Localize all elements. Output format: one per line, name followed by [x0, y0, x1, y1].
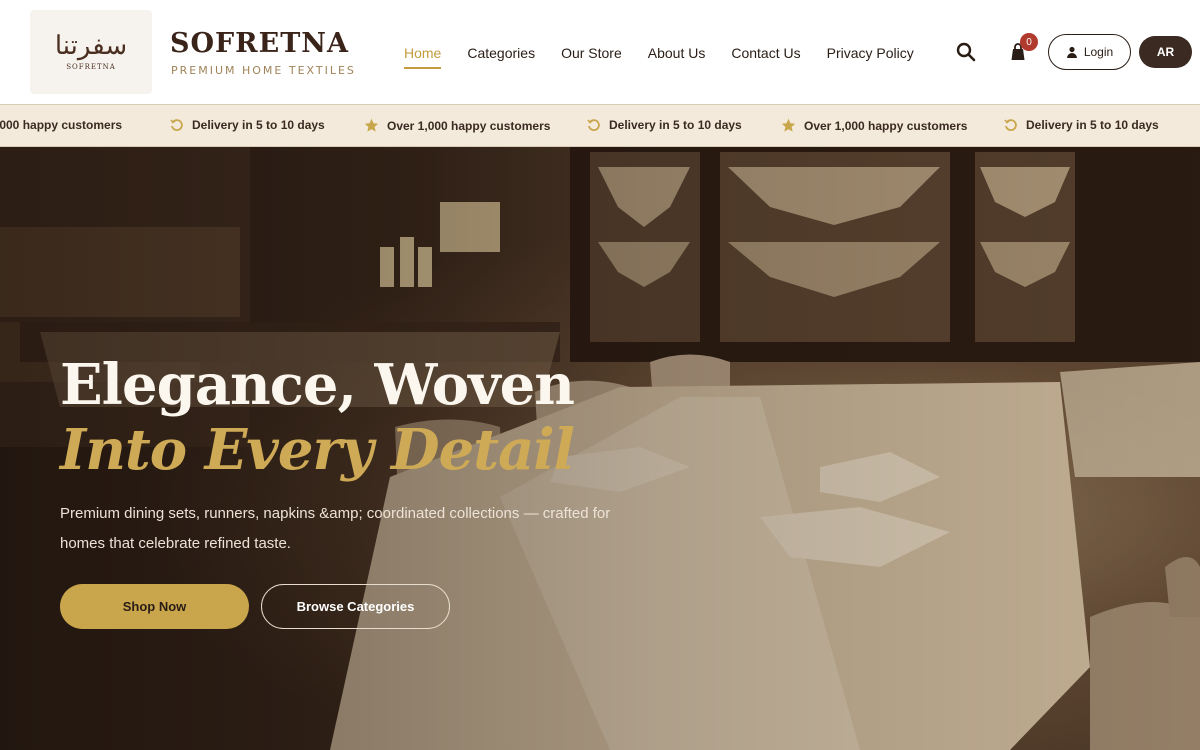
ticker-text: Delivery in 5 to 10 days	[192, 118, 325, 132]
site-header: سفرتنا SOFRETNA SOFRETNA PREMIUM HOME TE…	[0, 0, 1200, 105]
ticker-text: Over 1,000 happy customers	[804, 118, 968, 133]
shop-now-button[interactable]: Shop Now	[60, 584, 249, 629]
logo[interactable]: سفرتنا SOFRETNA	[30, 10, 152, 94]
ticker-item: ,000 happy customers	[0, 118, 122, 132]
logo-small-text: SOFRETNA	[66, 63, 116, 71]
ticker-text: Delivery in 5 to 10 days	[609, 118, 742, 132]
refresh-icon	[1004, 119, 1017, 131]
ticker-item: Over 1,000 happy customers	[781, 118, 967, 133]
ticker-item: Delivery in 5 to 10 days	[1004, 118, 1159, 132]
ticker-item: Delivery in 5 to 10 days	[587, 118, 742, 132]
login-button[interactable]: Login	[1048, 34, 1131, 70]
hero-title-line1: Elegance, Woven	[60, 352, 575, 418]
ticker-text: ,000 happy customers	[0, 118, 123, 132]
refresh-icon	[587, 119, 600, 131]
nav-privacy-policy[interactable]: Privacy Policy	[827, 45, 914, 69]
refresh-icon	[170, 119, 183, 131]
search-icon[interactable]	[956, 42, 976, 62]
ticker-text: Delivery in 5 to 10 days	[1026, 118, 1159, 132]
cart-count-badge: 0	[1020, 33, 1038, 51]
nav-home[interactable]: Home	[404, 45, 442, 69]
language-toggle-button[interactable]: AR	[1139, 36, 1192, 68]
announcement-ticker: ,000 happy customers Delivery in 5 to 10…	[0, 105, 1200, 147]
star-icon	[781, 118, 796, 132]
brand-tagline: PREMIUM HOME TEXTILES	[171, 64, 356, 77]
ticker-item: Over 1,000 happy customers	[364, 118, 550, 133]
ticker-item: Delivery in 5 to 10 days	[170, 118, 325, 132]
main-nav: Home Categories Our Store About Us Conta…	[404, 45, 940, 69]
login-label: Login	[1083, 45, 1114, 59]
star-icon	[364, 118, 379, 132]
nav-about-us[interactable]: About Us	[648, 45, 706, 69]
browse-categories-button[interactable]: Browse Categories	[261, 584, 450, 629]
logo-script-text: سفرتنا	[54, 31, 128, 61]
user-icon	[1066, 46, 1077, 58]
ticker-text: Over 1,000 happy customers	[387, 118, 551, 133]
nav-categories[interactable]: Categories	[467, 45, 535, 69]
hero-title-line2: Into Every Detail	[60, 417, 575, 483]
hero-subtitle: Premium dining sets, runners, napkins &a…	[60, 505, 611, 552]
brand-name[interactable]: SOFRETNA	[170, 28, 349, 59]
hero-section: Elegance, Woven Into Every Detail Premiu…	[0, 147, 1200, 750]
nav-our-store[interactable]: Our Store	[561, 45, 622, 69]
nav-contact-us[interactable]: Contact Us	[731, 45, 800, 69]
